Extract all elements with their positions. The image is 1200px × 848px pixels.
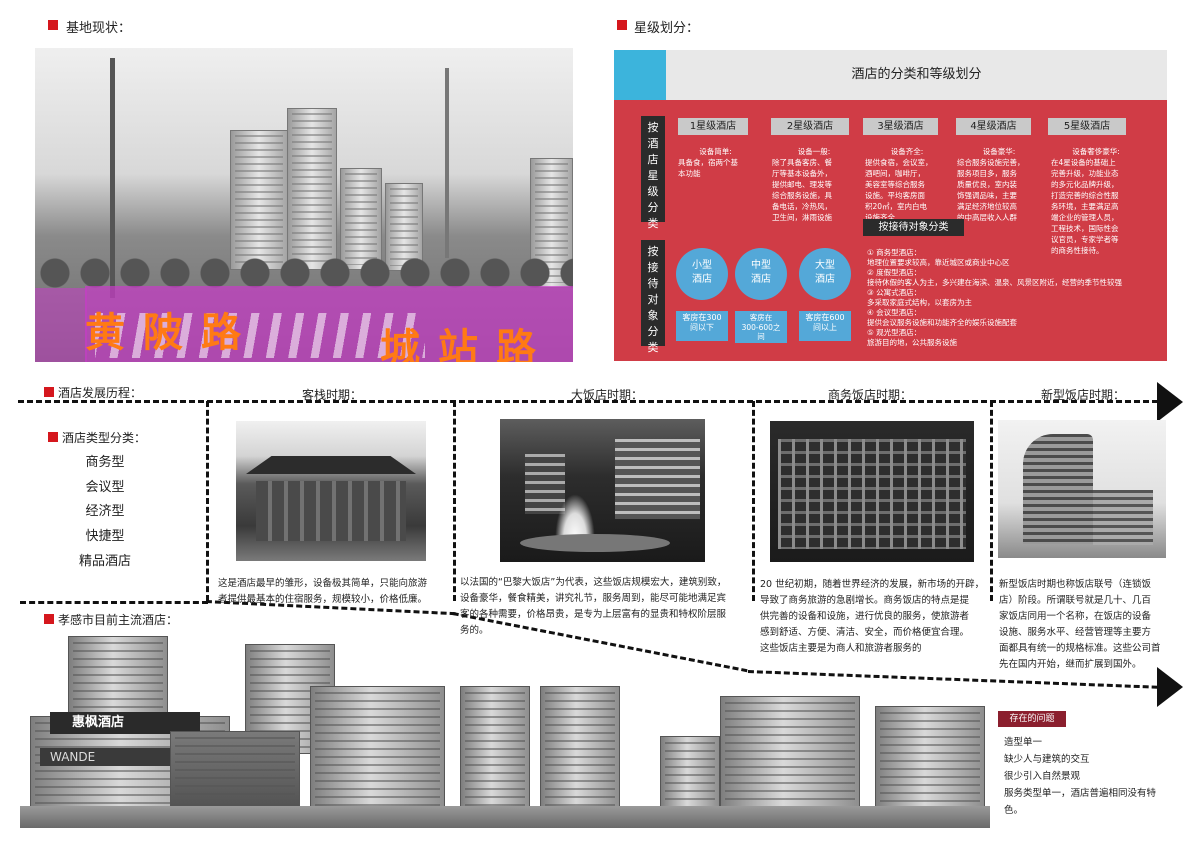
star-tag-3: 3星级酒店 [863,118,938,135]
rating-panel: 酒店的分类和等级划分 按酒店星级分类 按接待对象分类 1星级酒店 2星级酒店 3… [614,50,1167,361]
modern-hotel-photo [998,420,1166,558]
problems-list: 造型单一 缺少人与建筑的交互 很少引入自然景观 服务类型单一，酒店普遍相同没有特 色。 [1004,737,1157,816]
road-label-chengzhan: 城站路 [380,326,554,362]
section-marker [617,20,627,30]
building-shape [230,130,288,270]
star-desc-3: 设备齐全: 提供食宿，会议室， 酒吧间，咖啡厅， 美容室等综合服务 设施。平均客房面 积2… [865,147,933,222]
hotel-types-heading: 酒店类型分类： [62,431,147,445]
utility-pole [445,68,449,258]
grand-hotel-photo [500,419,705,562]
star-tag-1: 1星级酒店 [678,118,748,135]
timeline-arrow [1157,382,1183,422]
site-photo: 黄陂路 城站路 [35,48,573,362]
hotel-type-item: 精品酒店 [78,554,131,569]
timeline-divider [20,601,208,604]
by-star-label: 按酒店星级分类 [641,116,665,230]
street-ground [20,806,990,828]
era-grand-hotel: 大饭店时期： [571,388,644,402]
hotel-type-item: 经济型 [85,504,125,519]
inn-facade [256,481,406,541]
road-label-huangpi: 黄陂路 [85,310,259,356]
star-desc-1: 设备简单: 具备食，宿两个基 本功能 [678,147,738,178]
era-inn: 客栈时期： [302,388,363,402]
size-circle-small: 小型 酒店 [676,248,728,300]
hotel-building [540,686,620,826]
palace-facade [615,439,700,519]
panel-accent [614,50,666,100]
roof-shape [246,456,416,474]
section-marker [44,614,54,624]
room-count-large: 客房在600 间以上 [799,311,851,341]
business-hotel-photo [770,421,974,562]
section-marker [48,20,58,30]
hotel-type-item: 商务型 [85,455,125,470]
star-desc-2: 设备一般: 除了具备客房、餐 厅等基本设备外， 提供邮电、理发等 综合服务设施，具 备电话… [772,147,832,222]
by-guest-label: 按接待对象分类 [641,240,665,354]
panel-title: 酒店的分类和等级划分 [851,67,982,82]
star-desc-4: 设备豪华: 综合服务设施完善， 服务项目多，服务 质量优良，室内装 饰强调品味，主要 满足… [957,147,1025,222]
guest-type-list: ① 商务型酒店： 地理位置要求较高，靠近城区或商业中心区 ② 度假型酒店： 接待休假的… [867,248,1122,347]
guest-type-heading: 按接待对象分类 [863,219,964,236]
timeline-divider [752,401,755,601]
star-rating-heading: 星级划分： [634,21,700,36]
star-tag-2: 2星级酒店 [771,118,849,135]
timeline-arrow [1157,667,1183,707]
era-business-hotel: 商务饭店时期： [828,388,913,402]
star-tag-5: 5星级酒店 [1048,118,1126,135]
section-marker [44,387,54,397]
size-circle-medium: 中型 酒店 [735,248,787,300]
hotel-sign: WANDE [40,748,170,766]
modern-tower [1023,434,1093,544]
room-count-small: 客房在300 间以下 [676,311,728,341]
star-desc-5: 设备奢侈豪华: 在4星设备的基础上 完善升级，功能业态 的多元化品牌升级， 打造完善的综… [1051,147,1120,255]
fountain-basin [520,534,670,552]
timeline-divider [453,401,456,601]
hotel-facade [778,439,966,549]
hotel-building [310,686,445,826]
problems-tag: 存在的问题 [998,711,1066,727]
road-overlay-left [35,288,87,362]
room-count-medium: 客房在 300-600之间 [735,311,787,343]
site-status-heading: 基地现状： [66,21,132,36]
era-modern-hotel-text: 新型饭店时期也称饭店联号（连锁饭 店）阶段。所谓联号就是几十、几百 家饭店同用一个名… [999,579,1161,670]
history-heading: 酒店发展历程： [58,386,143,400]
hotel-collage: 惠枫酒店 WANDE [20,626,990,828]
fountain [555,494,595,539]
building-shape [287,108,337,270]
section-marker [48,432,58,442]
size-circle-large: 大型 酒店 [799,248,851,300]
hotel-type-item: 快捷型 [85,529,125,544]
star-tag-4: 4星级酒店 [956,118,1031,135]
era-modern-hotel: 新型饭店时期： [1041,388,1126,402]
timeline-divider [990,401,993,601]
hotel-type-item: 会议型 [85,480,125,495]
inn-photo [236,421,426,561]
timeline-divider [206,401,209,601]
era-inn-text: 这是酒店最早的雏形，设备极其简单，只能向旅游 者提供最基本的住宿服务，规模较小，价… [218,578,428,605]
hotel-building [460,686,530,826]
modern-podium [1093,490,1153,545]
